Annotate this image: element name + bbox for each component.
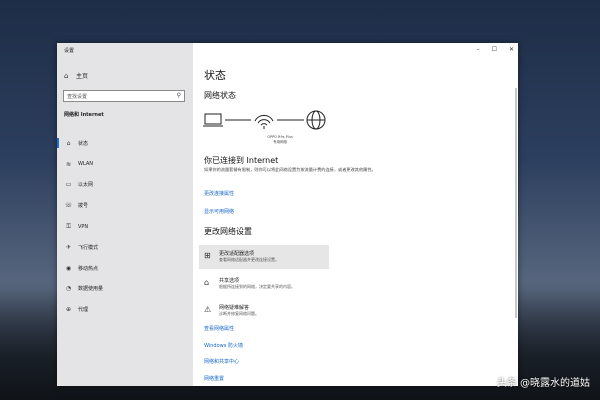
airplane-icon: ✈ — [65, 243, 72, 251]
hotspot-icon: ◉ — [65, 264, 72, 272]
search-icon: ⚲ — [176, 92, 181, 99]
connected-description: 如果你的流量套餐有限制，则你可以将此网络设置为按流量计费的连接，或者更改其他属性… — [204, 167, 376, 172]
sidebar-item-label: 数据使用量 — [78, 286, 104, 293]
home-label: 主页 — [76, 73, 89, 80]
device-network-type: 专用网络 — [273, 139, 287, 144]
sidebar-item-label: 拨号 — [78, 203, 89, 210]
sidebar-item-ethernet[interactable]: ▭ 以太网 — [57, 175, 193, 196]
vpn-icon: ⚿ — [66, 222, 71, 230]
sidebar-item-status[interactable]: ⌂ 状态 — [57, 133, 193, 154]
sidebar-item-wlan[interactable]: ≋ WLAN — [57, 154, 193, 175]
device-label: OPPO R9s Plus 专用网络 — [261, 135, 299, 144]
connected-heading: 你已连接到 Internet — [204, 156, 279, 165]
wifi-signal-icon — [254, 114, 274, 129]
sidebar-item-label: 飞行模式 — [78, 244, 99, 251]
network-diagram: OPPO R9s Plus 专用网络 — [203, 109, 343, 149]
option-title: 网络疑难解答 — [219, 305, 250, 311]
sidebar-section-title: 网络和 Internet — [64, 112, 104, 118]
ethernet-icon: ▭ — [65, 181, 72, 189]
search-input[interactable]: 查找设置 ⚲ — [63, 90, 185, 102]
main-content: – ☐ ✕ 状态 网络状态 OPPO R9s Plus 专用网络 你已连接到 I… — [193, 43, 518, 386]
sidebar-item-dialup[interactable]: ☏ 拨号 — [57, 195, 193, 216]
home-icon: ⌂ — [64, 71, 69, 80]
sidebar-item-label: VPN — [78, 223, 89, 230]
network-status-heading: 网络状态 — [204, 91, 236, 100]
option-title: 更改适配器选项 — [219, 251, 255, 257]
home-link[interactable]: ⌂ 主页 — [64, 71, 89, 81]
data-usage-icon: ◔ — [65, 285, 72, 293]
maximize-button[interactable]: ☐ — [492, 46, 497, 53]
page-title: 状态 — [204, 69, 226, 82]
network-troubleshooter-item[interactable]: ⚠ 网络疑难解答 诊断并修复网络问题。 — [199, 299, 329, 323]
adapter-icon: ⊞ — [204, 251, 211, 260]
search-placeholder: 查找设置 — [67, 94, 88, 100]
globe-icon — [306, 110, 326, 130]
option-description: 查看网络适配器并更改连接设置。 — [219, 257, 279, 262]
windows-firewall-link[interactable]: Windows 防火墙 — [204, 342, 243, 349]
option-description: 诊断并修复网络问题。 — [219, 311, 259, 316]
sidebar-item-data-usage[interactable]: ◔ 数据使用量 — [57, 279, 193, 300]
share-icon: ⌂ — [204, 278, 210, 287]
sidebar-item-airplane[interactable]: ✈ 飞行模式 — [57, 237, 193, 258]
option-title: 共享选项 — [219, 278, 240, 284]
minimize-button[interactable]: – — [477, 46, 480, 53]
close-button[interactable]: ✕ — [509, 46, 514, 53]
laptop-icon — [203, 113, 223, 127]
dialup-icon: ☏ — [64, 202, 73, 210]
settings-window: 设置 ⌂ 主页 查找设置 ⚲ 网络和 Internet ⌂ 状态 ≋ WLAN … — [57, 43, 518, 386]
watermark: 头条 @晓露水的道姑 — [496, 378, 590, 389]
window-controls: – ☐ ✕ — [477, 46, 514, 53]
sidebar-nav: ⌂ 状态 ≋ WLAN ▭ 以太网 ☏ 拨号 ⚿ VPN ✈ 飞行模式 ◉ 移动… — [57, 133, 193, 320]
view-network-properties-link[interactable]: 查看网络属性 — [204, 325, 234, 332]
status-icon: ⌂ — [66, 139, 71, 147]
sidebar-item-proxy[interactable]: ⊕ 代理 — [57, 299, 193, 320]
sidebar-item-label: 状态 — [78, 140, 89, 147]
sharing-options-item[interactable]: ⌂ 共享选项 根据所连接到的网络，决定要共享的内容。 — [199, 272, 329, 296]
show-available-networks-link[interactable]: 显示可用网络 — [204, 208, 234, 215]
troubleshoot-icon: ⚠ — [204, 305, 212, 314]
sidebar-item-vpn[interactable]: ⚿ VPN — [57, 216, 193, 237]
adapter-options-item[interactable]: ⊞ 更改适配器选项 查看网络适配器并更改连接设置。 — [199, 245, 329, 269]
change-network-settings-heading: 更改网络设置 — [204, 227, 252, 236]
sidebar-item-hotspot[interactable]: ◉ 移动热点 — [57, 258, 193, 279]
network-reset-link[interactable]: 网络重置 — [204, 375, 224, 382]
change-connection-properties-link[interactable]: 更改连接属性 — [204, 190, 234, 197]
sidebar-item-label: 代理 — [78, 307, 89, 314]
network-sharing-center-link[interactable]: 网络和共享中心 — [204, 358, 239, 365]
proxy-icon: ⊕ — [65, 306, 72, 314]
sidebar-item-label: 以太网 — [78, 182, 94, 189]
wifi-icon: ≋ — [65, 160, 72, 168]
option-description: 根据所连接到的网络，决定要共享的内容。 — [219, 284, 295, 289]
sidebar-item-label: 移动热点 — [78, 265, 99, 272]
window-title: 设置 — [64, 48, 75, 54]
sidebar-item-label: WLAN — [78, 161, 94, 168]
scrollbar[interactable] — [515, 88, 517, 318]
sidebar: 设置 ⌂ 主页 查找设置 ⚲ 网络和 Internet ⌂ 状态 ≋ WLAN … — [57, 43, 193, 386]
